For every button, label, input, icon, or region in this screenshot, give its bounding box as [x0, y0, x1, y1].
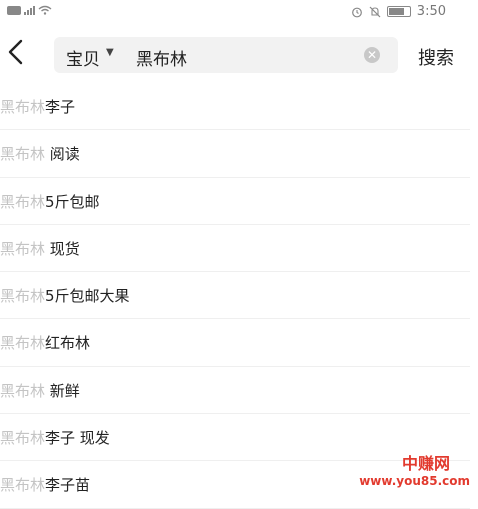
- suggestion-item[interactable]: 黑布林红布林: [0, 319, 470, 367]
- search-scope-select[interactable]: 宝贝: [66, 45, 100, 70]
- suggestion-item[interactable]: 黑布林 阅读: [0, 130, 470, 178]
- search-button[interactable]: 搜索: [418, 44, 454, 70]
- suggestion-text: 黑布林 新鲜: [0, 380, 80, 401]
- suggestion-text: 黑布林李子 现发: [0, 427, 110, 448]
- suggestion-item[interactable]: 黑布林5斤包邮: [0, 178, 470, 225]
- suggestion-item[interactable]: 黑布林5斤包邮大果: [0, 272, 470, 320]
- search-header: 宝贝 ▼ 黑布林 ✕ 搜索: [0, 30, 478, 80]
- suggestion-suffix: 红布林: [45, 334, 91, 353]
- suggestion-prefix: 黑布林: [0, 381, 46, 400]
- suggestion-text: 黑布林5斤包邮: [0, 191, 100, 212]
- suggestion-suffix: 5斤包邮大果: [45, 287, 130, 306]
- suggestion-suffix: 李子苗: [45, 476, 91, 495]
- alarm-icon: [351, 7, 362, 17]
- status-right: 3:50: [351, 4, 446, 19]
- suggestion-prefix: 黑布林: [0, 98, 46, 116]
- suggestion-item[interactable]: 黑布林李子: [0, 83, 470, 131]
- suggestion-suffix: 新鲜: [45, 381, 80, 400]
- suggestion-suffix: 李子 现发: [45, 429, 110, 448]
- suggestion-item[interactable]: 黑布林 现货: [0, 225, 470, 273]
- suggestion-suffix: 阅读: [45, 145, 80, 164]
- suggestion-text: 黑布林 现货: [0, 238, 80, 259]
- clock: 3:50: [416, 4, 446, 19]
- wifi-icon: [38, 5, 52, 15]
- suggestion-suffix: 现货: [45, 239, 80, 258]
- suggestion-list: 黑布林李子 黑布林 阅读 黑布林5斤包邮 黑布林 现货 黑布林5斤包邮大果 黑布…: [0, 83, 470, 509]
- clear-icon[interactable]: ✕: [364, 47, 380, 63]
- suggestion-text: 黑布林李子苗: [0, 474, 90, 495]
- hd-icon: [7, 5, 21, 15]
- status-bar: 3:50: [0, 0, 478, 24]
- suggestion-prefix: 黑布林: [0, 429, 46, 448]
- back-button[interactable]: [6, 38, 34, 70]
- suggestion-suffix: 5斤包邮: [45, 192, 100, 211]
- battery-icon: [386, 6, 411, 17]
- watermark-name: 中赚网: [401, 454, 450, 473]
- suggestion-text: 黑布林 阅读: [0, 143, 80, 164]
- watermark: 中赚网 www.you85.com: [359, 450, 470, 488]
- suggestion-prefix: 黑布林: [0, 239, 46, 258]
- suggestion-item[interactable]: 黑布林 新鲜: [0, 367, 470, 415]
- suggestion-suffix: 李子: [45, 98, 76, 116]
- suggestion-text: 黑布林李子: [0, 96, 75, 117]
- suggestion-prefix: 黑布林: [0, 334, 46, 353]
- suggestion-text: 黑布林5斤包邮大果: [0, 285, 130, 306]
- suggestion-prefix: 黑布林: [0, 287, 46, 306]
- status-left: [7, 5, 52, 15]
- search-input[interactable]: 黑布林: [136, 45, 187, 70]
- suggestion-prefix: 黑布林: [0, 145, 46, 164]
- search-box[interactable]: 宝贝 ▼ 黑布林 ✕: [54, 37, 398, 73]
- chevron-left-icon: [8, 39, 23, 65]
- suggestion-prefix: 黑布林: [0, 192, 46, 211]
- mute-icon: [369, 6, 381, 17]
- caret-down-icon: ▼: [106, 47, 114, 58]
- signal-icon: [24, 5, 35, 15]
- suggestion-prefix: 黑布林: [0, 476, 46, 495]
- suggestion-text: 黑布林红布林: [0, 332, 90, 353]
